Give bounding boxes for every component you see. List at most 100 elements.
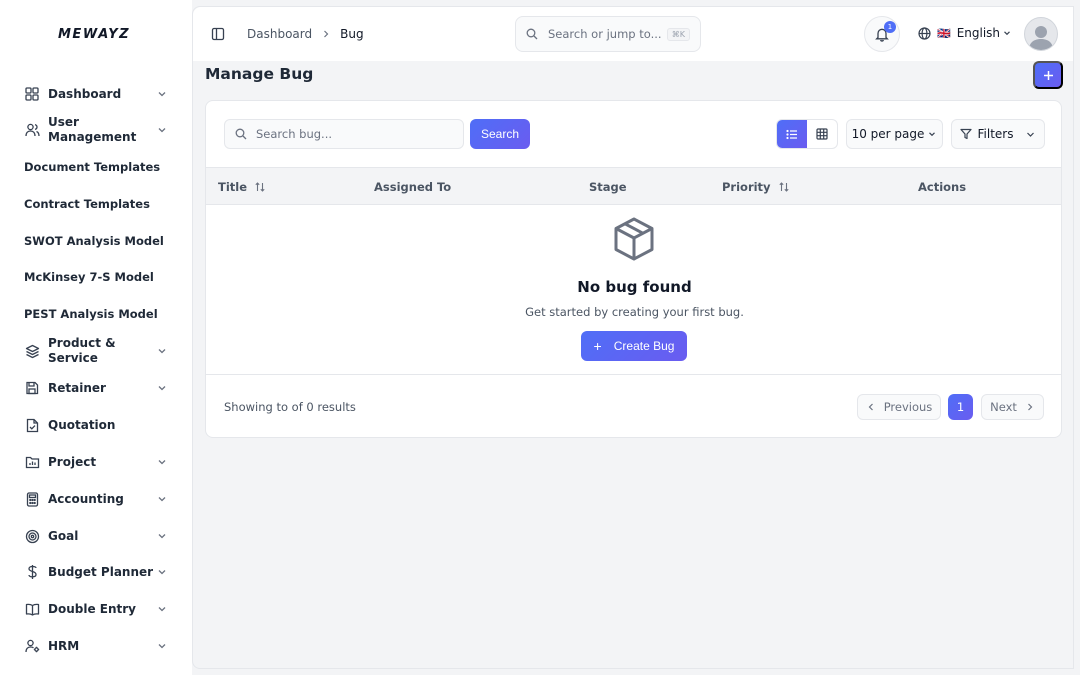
search-button[interactable]: Search	[470, 119, 530, 149]
sidebar-item-user-management[interactable]: User Management	[24, 115, 168, 145]
breadcrumb-current: Bug	[340, 27, 364, 41]
add-bug-button[interactable]	[1033, 61, 1063, 89]
chevron-down-icon	[158, 534, 166, 539]
chevron-down-icon	[158, 497, 166, 502]
folder-chart-icon	[24, 454, 40, 470]
column-header-label: Assigned To	[374, 180, 452, 194]
breadcrumb-dashboard-link[interactable]: Dashboard	[247, 27, 312, 41]
next-page-button[interactable]: Next	[981, 394, 1044, 420]
chevron-down-icon	[1004, 31, 1010, 36]
global-search-placeholder: Search or jump to...	[548, 27, 662, 41]
sidebar-item-contract-templates[interactable]: Contract Templates	[24, 197, 168, 212]
filters-label: Filters	[977, 127, 1014, 141]
empty-state: No bug found Get started by creating you…	[206, 205, 1061, 374]
sort-icon	[778, 182, 789, 192]
sidebar: MEWAYZ Dashboard User Management Documen…	[0, 0, 192, 675]
notifications-button[interactable]: 1	[864, 16, 900, 52]
main-panel: Dashboard Bug Search or jump to... ⌘K 1 …	[192, 6, 1074, 669]
chevron-down-icon	[158, 386, 166, 391]
chevron-right-icon	[324, 30, 329, 38]
user-cog-icon	[24, 638, 40, 654]
create-bug-button[interactable]: + Create Bug	[581, 331, 687, 361]
previous-page-button[interactable]: Previous	[857, 394, 941, 420]
search-icon	[235, 128, 247, 140]
per-page-value: 10 per page	[851, 127, 925, 141]
sidebar-item-product-service[interactable]: Product & Service	[24, 336, 168, 366]
language-selector[interactable]: 🇬🇧 English	[918, 26, 1012, 40]
page-number-button[interactable]: 1	[948, 394, 973, 420]
chevron-down-icon	[158, 607, 166, 612]
sidebar-item-pest-analysis[interactable]: PEST Analysis Model	[24, 307, 168, 322]
file-check-icon	[24, 417, 40, 433]
bug-search-input[interactable]: Search bug...	[224, 119, 464, 149]
sidebar-item-budget-planner[interactable]: Budget Planner	[24, 564, 168, 580]
grid-view-button[interactable]	[807, 120, 837, 148]
column-header-label: Stage	[589, 180, 627, 194]
sidebar-item-label: SWOT Analysis Model	[24, 234, 164, 248]
sidebar-item-label: Dashboard	[48, 86, 122, 101]
sidebar-item-double-entry[interactable]: Double Entry	[24, 601, 168, 617]
filter-icon	[959, 128, 972, 140]
sidebar-item-swot-analysis[interactable]: SWOT Analysis Model	[24, 234, 168, 249]
create-bug-label: Create Bug	[613, 339, 675, 353]
target-icon	[24, 528, 40, 544]
sidebar-item-label: Goal	[48, 528, 79, 543]
column-header-label: Actions	[918, 180, 967, 194]
breadcrumb: Dashboard Bug	[247, 27, 364, 41]
search-shortcut-hint: ⌘K	[666, 27, 690, 41]
global-search-input[interactable]: Search or jump to... ⌘K	[515, 16, 701, 52]
sidebar-toggle-icon[interactable]	[211, 27, 225, 41]
sidebar-item-label: PEST Analysis Model	[24, 307, 158, 321]
sidebar-item-label: Accounting	[48, 491, 124, 506]
chevron-down-icon	[158, 570, 166, 575]
chevron-down-icon	[929, 132, 936, 137]
sidebar-item-hrm[interactable]: HRM	[24, 638, 168, 654]
sidebar-item-label: Contract Templates	[24, 197, 150, 211]
sidebar-item-label: Double Entry	[48, 601, 136, 616]
sidebar-item-label: HRM	[48, 638, 80, 653]
search-icon	[526, 28, 538, 40]
sidebar-item-mckinsey-7s[interactable]: McKinsey 7-S Model	[24, 270, 168, 285]
previous-label: Previous	[883, 400, 933, 414]
sidebar-item-label: Product & Service	[48, 336, 116, 365]
column-header-title[interactable]: Title	[218, 180, 266, 194]
sidebar-item-label: Quotation	[48, 417, 116, 432]
save-icon	[24, 380, 40, 396]
notification-count-badge: 1	[884, 21, 896, 33]
sidebar-item-dashboard[interactable]: Dashboard	[24, 86, 168, 102]
bug-search-placeholder: Search bug...	[256, 127, 333, 141]
sidebar-item-retainer[interactable]: Retainer	[24, 380, 168, 396]
next-label: Next	[990, 400, 1017, 414]
table-header: Title Assigned To Stage Priority Actions	[206, 167, 1061, 205]
results-summary: Showing to of 0 results	[224, 400, 356, 414]
chevron-down-icon	[158, 644, 166, 649]
empty-state-title: No bug found	[577, 278, 692, 296]
dashboard-grid-icon	[24, 86, 40, 102]
calculator-icon	[24, 491, 40, 507]
list-view-button[interactable]	[777, 120, 807, 148]
globe-icon	[918, 26, 931, 40]
sidebar-item-accounting[interactable]: Accounting	[24, 491, 168, 507]
user-avatar[interactable]	[1024, 17, 1058, 51]
layers-icon	[24, 343, 40, 359]
sidebar-item-quotation[interactable]: Quotation	[24, 417, 168, 433]
column-header-label: Title	[218, 180, 248, 194]
sidebar-item-label: Project	[48, 454, 97, 469]
chevron-down-icon	[158, 460, 166, 465]
language-label: English	[956, 26, 1001, 40]
sidebar-item-document-templates[interactable]: Document Templates	[24, 160, 168, 175]
filters-button[interactable]: Filters	[951, 119, 1045, 149]
page-title: Manage Bug	[205, 65, 314, 83]
plus-icon	[1043, 70, 1053, 80]
column-header-priority[interactable]: Priority	[722, 180, 790, 194]
column-header-assigned-to: Assigned To	[374, 180, 451, 194]
sidebar-item-goal[interactable]: Goal	[24, 528, 168, 544]
users-icon	[24, 122, 40, 138]
book-icon	[24, 601, 40, 617]
brand-logo[interactable]: MEWAYZ	[58, 27, 130, 42]
sidebar-item-project[interactable]: Project	[24, 454, 168, 470]
chevron-down-icon	[158, 92, 166, 97]
chevron-down-icon	[1027, 132, 1035, 137]
per-page-select[interactable]: 10 per page	[846, 119, 943, 149]
table-footer: Showing to of 0 results Previous 1 Next	[206, 374, 1061, 437]
